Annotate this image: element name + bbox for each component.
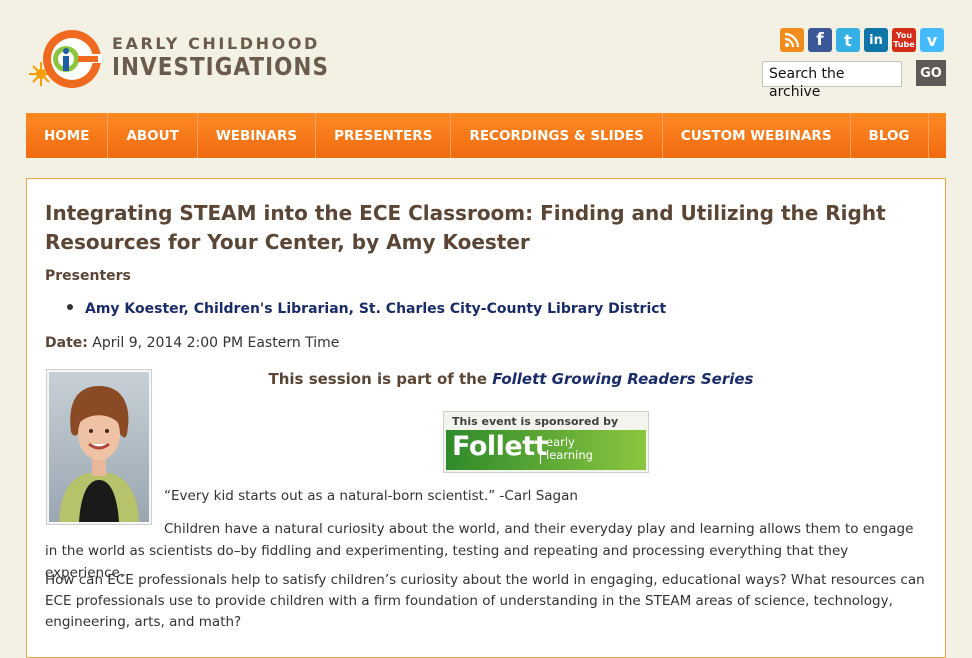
session-date: Date: April 9, 2014 2:00 PM Eastern Time (45, 335, 339, 351)
linkedin-icon[interactable]: in (864, 28, 888, 52)
page-title: Integrating STEAM into the ECE Classroom… (45, 201, 886, 254)
site-logo[interactable]: EARLY CHILDHOOD INVESTIGATIONS (26, 26, 329, 96)
sponsor-name: Follett (452, 431, 548, 462)
search-input[interactable]: Search the archive (762, 61, 902, 100)
page: EARLY CHILDHOOD INVESTIGATIONS f t in Yo… (0, 0, 972, 658)
youtube-icon[interactable]: You Tube (892, 28, 916, 52)
nav-blog[interactable]: BLOG (851, 113, 929, 158)
main-nav: HOME ABOUT WEBINARS PRESENTERS RECORDING… (26, 113, 946, 158)
sponsor-divider (540, 436, 541, 464)
twitter-icon[interactable]: t (836, 28, 860, 52)
nav-recordings-slides[interactable]: RECORDINGS & SLIDES (451, 113, 663, 158)
bullet-icon (67, 304, 73, 310)
presenter-portrait-image (49, 372, 149, 522)
series-note: This session is part of the Follett Grow… (161, 370, 861, 388)
series-prefix: This session is part of the (268, 370, 493, 388)
presenter-list-item[interactable]: Amy Koester, Children's Librarian, St. C… (67, 301, 666, 317)
facebook-icon[interactable]: f (808, 28, 832, 52)
sponsor-sub-line2: learning (546, 448, 593, 462)
sponsor-banner[interactable]: This event is sponsored by Follett early… (443, 411, 649, 473)
nav-about[interactable]: ABOUT (108, 113, 198, 158)
social-icons: f t in You Tube v (780, 28, 944, 52)
nav-presenters[interactable]: PRESENTERS (316, 113, 452, 158)
logo-text-line2: INVESTIGATIONS (112, 52, 329, 81)
date-label: Date: (45, 335, 88, 351)
nav-webinars[interactable]: WEBINARS (198, 113, 317, 158)
follett-logo: Follett early learning (446, 430, 646, 470)
sponsor-subtitle: early learning (546, 436, 593, 462)
vimeo-icon[interactable]: v (920, 28, 944, 52)
go-button[interactable]: GO (916, 60, 946, 86)
presenter-link[interactable]: Amy Koester, Children's Librarian, St. C… (85, 301, 666, 317)
series-link[interactable]: Follett Growing Readers Series (492, 370, 753, 388)
logo-mark-icon (29, 30, 102, 88)
date-value: April 9, 2014 2:00 PM Eastern Time (87, 335, 340, 351)
nav-home[interactable]: HOME (26, 113, 109, 158)
article-content: Integrating STEAM into the ECE Classroom… (26, 178, 946, 658)
nav-custom-webinars[interactable]: CUSTOM WEBINARS (663, 113, 851, 158)
logo-text-line1: EARLY CHILDHOOD (112, 34, 320, 53)
quote-text: “Every kid starts out as a natural-born … (164, 488, 578, 504)
sponsor-caption: This event is sponsored by (452, 415, 619, 428)
presenter-photo (46, 369, 152, 525)
rss-icon[interactable] (780, 28, 804, 52)
presenters-heading: Presenters (45, 268, 131, 284)
question-paragraph: How can ECE professionals help to satisf… (45, 572, 925, 630)
